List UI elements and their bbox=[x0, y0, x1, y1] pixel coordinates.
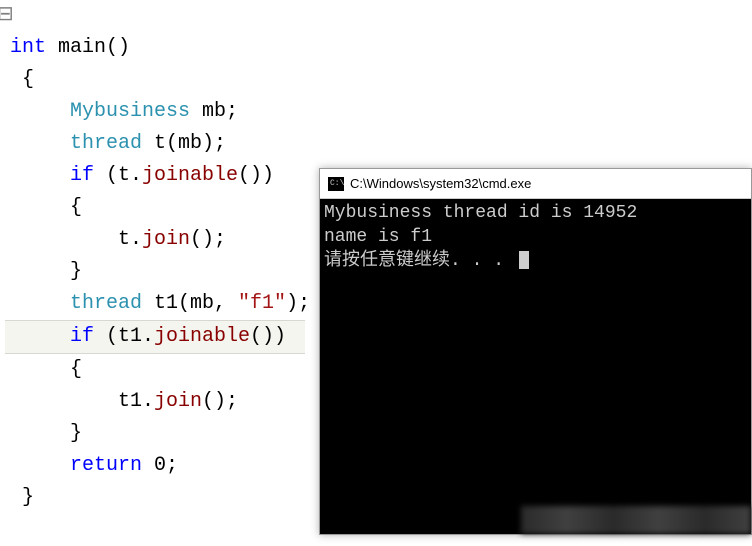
output-line: name is f1 bbox=[324, 227, 432, 247]
collapse-marker-icon: ⊟ bbox=[0, 0, 14, 32]
console-output[interactable]: Mybusiness thread id is 14952 name is f1… bbox=[320, 199, 751, 275]
output-line: 请按任意键继续. . . bbox=[324, 251, 515, 271]
code-line: thread t(mb); bbox=[5, 128, 752, 160]
code-line: Mybusiness mb; bbox=[5, 96, 752, 128]
taskbar-blur bbox=[521, 506, 751, 534]
cmd-icon: C:\ bbox=[328, 177, 344, 191]
cursor-icon bbox=[519, 251, 529, 269]
code-line: { bbox=[5, 64, 752, 96]
console-window[interactable]: C:\ C:\Windows\system32\cmd.exe Mybusine… bbox=[319, 168, 752, 535]
code-line-highlighted: if (t1.joinable()) bbox=[5, 320, 305, 354]
console-title: C:\Windows\system32\cmd.exe bbox=[350, 176, 531, 191]
console-titlebar[interactable]: C:\ C:\Windows\system32\cmd.exe bbox=[320, 169, 751, 199]
code-line: int main() bbox=[5, 32, 752, 64]
keyword-int: int bbox=[10, 36, 46, 59]
output-line: Mybusiness thread id is 14952 bbox=[324, 203, 637, 223]
